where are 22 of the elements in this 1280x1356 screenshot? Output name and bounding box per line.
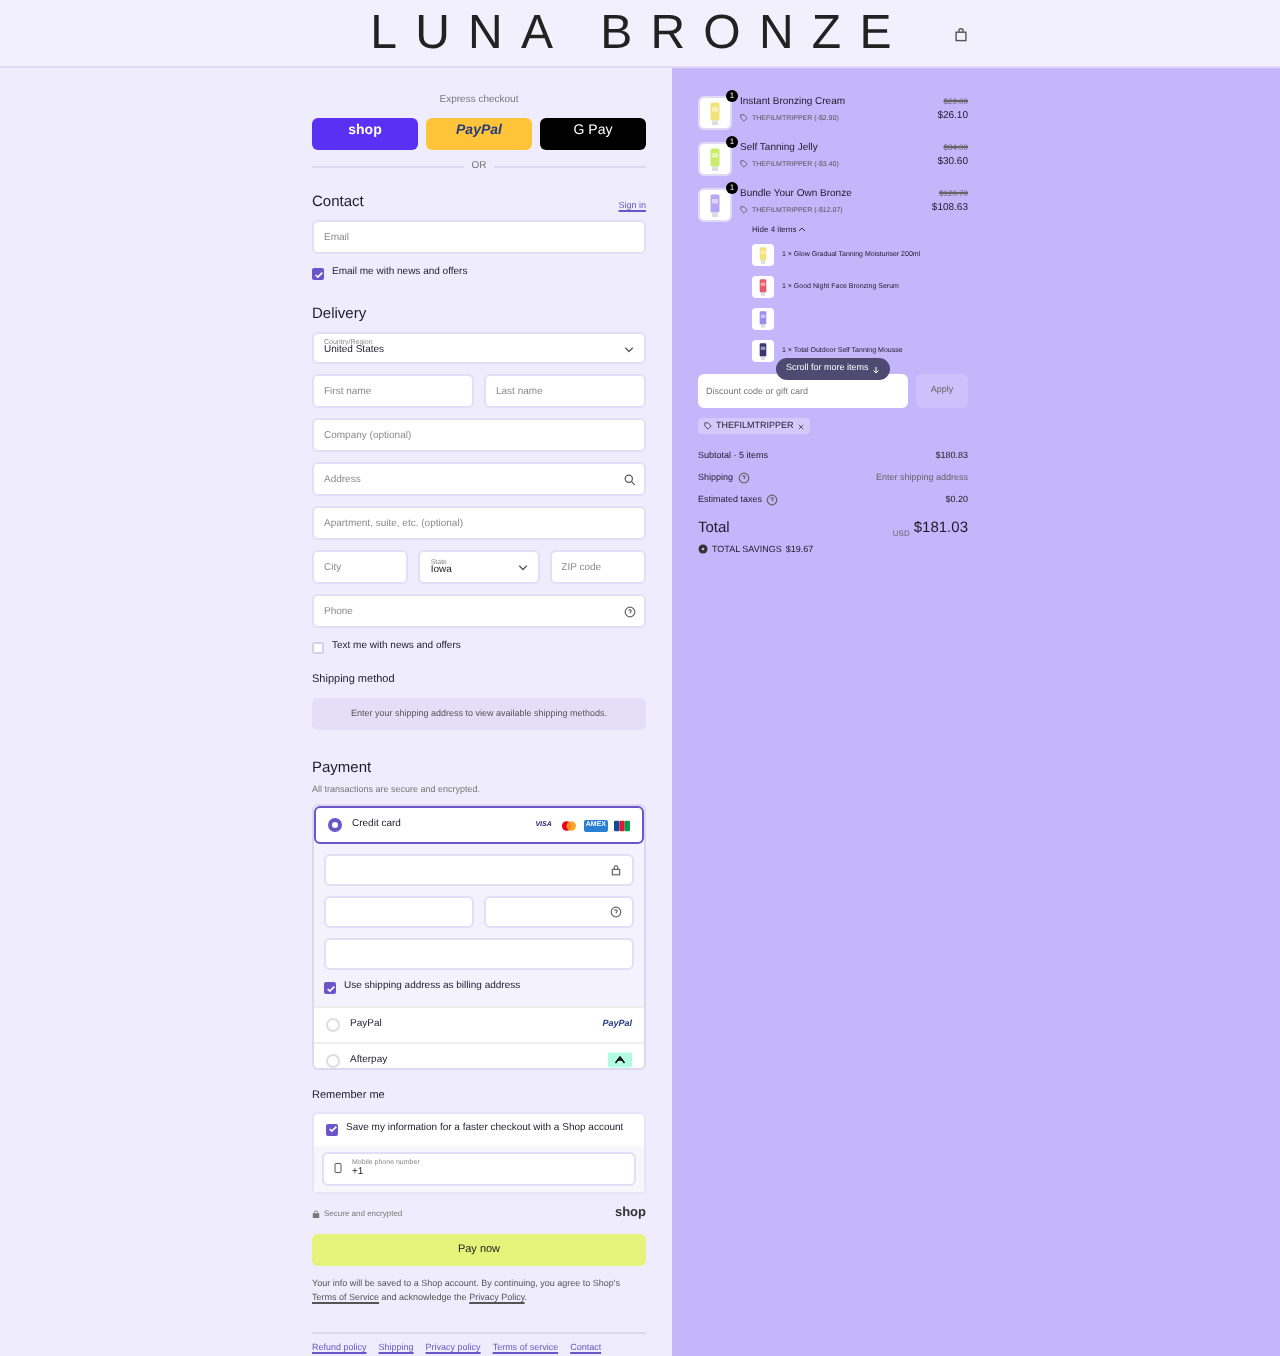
help-icon: [624, 605, 636, 618]
help-icon: [610, 906, 622, 919]
search-icon: [624, 473, 636, 486]
card-input-field[interactable]: [324, 896, 474, 929]
help-icon: [766, 493, 779, 506]
checkbox[interactable]: [312, 642, 324, 655]
arrow-down-icon: [872, 365, 881, 373]
lock-icon: [610, 864, 622, 877]
jcb-icon: [614, 819, 630, 832]
card-input-field[interactable]: [324, 938, 634, 971]
lock-icon: [312, 1209, 320, 1218]
chevron-icon: [624, 343, 634, 354]
chevron-icon: [517, 562, 528, 573]
help-icon: [737, 472, 750, 485]
card-input-field[interactable]: [484, 896, 634, 929]
mastercard-icon: [559, 819, 578, 832]
phone-icon: [334, 1162, 342, 1175]
radio-button[interactable]: [328, 818, 342, 833]
brand-logo[interactable]: LUNA BRONZE: [370, 9, 910, 57]
card-input-field[interactable]: [324, 854, 634, 887]
close-icon[interactable]: [797, 423, 804, 429]
shopping-bag-icon[interactable]: [954, 28, 968, 42]
